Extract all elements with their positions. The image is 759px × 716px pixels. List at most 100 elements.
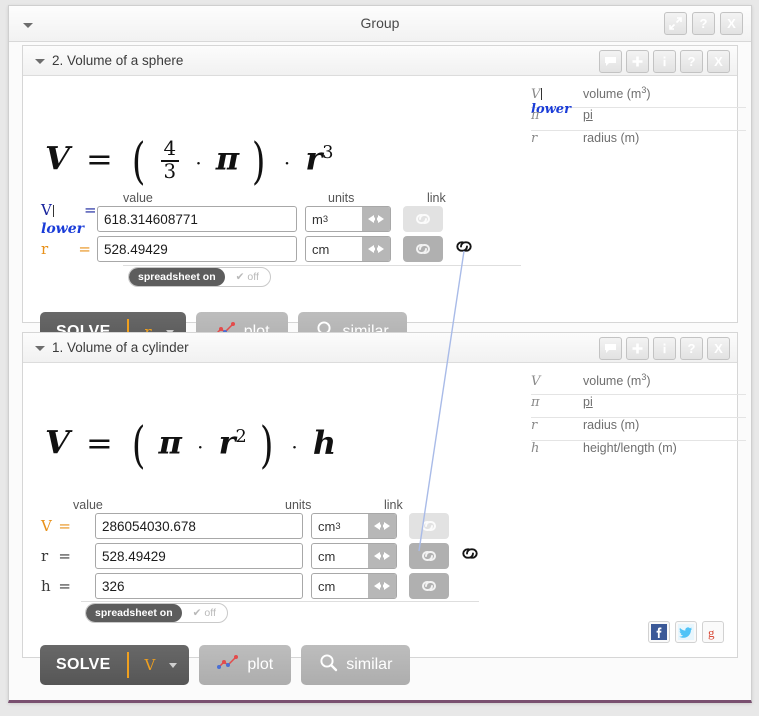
panel-header: 2. Volume of a sphere ? X <box>23 46 737 76</box>
field-label: Vlower = <box>41 201 97 237</box>
fraction-denominator: 3 <box>163 160 177 183</box>
close-icon[interactable]: X <box>707 50 730 73</box>
variable-description: height/length (m) <box>583 441 677 455</box>
column-header-units: units <box>285 498 312 512</box>
close-button[interactable]: X <box>720 12 743 35</box>
column-header-value: value <box>123 191 153 205</box>
variable-symbol: π <box>531 395 540 410</box>
units-spinner-icon[interactable] <box>368 574 396 598</box>
variable-description-link[interactable]: pi <box>583 395 593 409</box>
units-field-r[interactable]: cm <box>311 543 397 569</box>
value-input-V[interactable] <box>95 513 303 539</box>
similar-button-cylinder[interactable]: similar <box>301 645 411 685</box>
question-icon[interactable]: ? <box>680 337 703 360</box>
spreadsheet-toggle-sphere[interactable]: spreadsheet on ✔ off <box>128 267 271 287</box>
units-field-V[interactable]: m3 <box>305 206 391 232</box>
link-button-r[interactable] <box>409 543 449 569</box>
field-label: r = <box>41 547 71 565</box>
external-link-chain-icon[interactable] <box>459 547 481 565</box>
units-field-V[interactable]: cm 3 <box>311 513 397 539</box>
window-buttons: ? X <box>664 12 743 35</box>
panel-collapse-caret[interactable] <box>35 346 45 351</box>
variable-legend-cylinder: V volume (m3) π pi r radius (m) h height… <box>531 372 746 464</box>
variable-row: r radius (m) <box>531 131 746 154</box>
field-label: r = <box>41 240 91 258</box>
units-spinner-icon[interactable] <box>362 237 390 261</box>
units-spinner-icon[interactable] <box>362 207 390 231</box>
units-spinner-icon[interactable] <box>368 514 396 538</box>
equation-lhs: V <box>45 139 70 178</box>
variable-symbol: V <box>531 374 541 390</box>
plus-icon[interactable] <box>626 337 649 360</box>
units-field-r[interactable]: cm <box>305 236 391 262</box>
field-rows-sphere: Vlower = m3 r = <box>41 201 475 264</box>
equation-sphere: V = ( 4 3 · π ) · r3 <box>45 132 333 190</box>
panel-header: 1. Volume of a cylinder ? X <box>23 333 737 363</box>
field-row: V = cm3 <box>41 511 481 541</box>
plot-icon <box>217 654 239 676</box>
close-icon[interactable]: X <box>707 337 730 360</box>
value-input-r[interactable] <box>97 236 297 262</box>
variable-description: radius (m) <box>583 418 640 432</box>
column-header-units: units <box>328 191 355 205</box>
solve-button-cylinder[interactable]: SOLVE V <box>40 645 190 685</box>
paren-open: ( <box>131 132 146 190</box>
panel-header-icons: ? X <box>599 50 730 73</box>
fraction-numerator: 4 <box>160 138 180 162</box>
info-icon[interactable] <box>653 50 676 73</box>
variable-symbol: π <box>531 108 540 123</box>
google-plus-share-button[interactable]: g <box>702 621 724 643</box>
spreadsheet-toggle-cylinder[interactable]: spreadsheet on ✔ off <box>85 603 228 623</box>
units-text: cm 3 <box>318 518 341 534</box>
spreadsheet-off-option[interactable]: ✔ off <box>225 271 270 283</box>
paren-open: ( <box>131 416 146 474</box>
units-text: cm <box>318 548 336 564</box>
field-row: Vlower = m3 <box>41 201 475 237</box>
field-label: V = <box>41 517 71 535</box>
link-button-V[interactable] <box>409 513 449 539</box>
search-icon <box>319 653 338 677</box>
solve-label: SOLVE <box>56 656 111 673</box>
variable-description-link[interactable]: pi <box>583 108 593 122</box>
panel-volume-of-a-cylinder: 1. Volume of a cylinder ? X V = ( π · r2… <box>22 332 746 685</box>
column-header-value: value <box>73 498 103 512</box>
window-titlebar: Group ? X <box>9 6 751 42</box>
value-input-V[interactable] <box>97 206 297 232</box>
group-window: Group ? X 2. Volume of a sphere ? X V = … <box>8 5 752 703</box>
equation-dot-2: · <box>291 435 298 459</box>
variable-row: r radius (m) <box>531 418 746 441</box>
spreadsheet-on-option[interactable]: spreadsheet on <box>86 604 182 622</box>
equation-equals: = <box>86 139 113 178</box>
value-input-r[interactable] <box>95 543 303 569</box>
variable-symbol: r <box>531 131 538 146</box>
question-icon[interactable]: ? <box>680 50 703 73</box>
units-spinner-icon[interactable] <box>368 544 396 568</box>
link-button-V[interactable] <box>403 206 443 232</box>
equation-r: r <box>218 423 236 462</box>
similar-label: similar <box>346 656 393 673</box>
variable-symbol: h <box>531 441 540 456</box>
social-share-buttons: g <box>648 621 724 643</box>
plot-button-cylinder[interactable]: plot <box>199 645 292 685</box>
comment-icon[interactable] <box>599 50 622 73</box>
twitter-share-button[interactable] <box>675 621 697 643</box>
facebook-share-button[interactable] <box>648 621 670 643</box>
units-field-h[interactable]: cm <box>311 573 397 599</box>
fields-divider <box>123 265 521 266</box>
expand-button[interactable] <box>664 12 687 35</box>
plus-icon[interactable] <box>626 50 649 73</box>
action-buttons-cylinder: SOLVE V plot similar <box>40 645 411 685</box>
spreadsheet-off-option[interactable]: ✔ off <box>182 607 227 619</box>
link-button-r[interactable] <box>403 236 443 262</box>
help-button[interactable]: ? <box>692 12 715 35</box>
link-button-h[interactable] <box>409 573 449 599</box>
external-link-chain-icon[interactable] <box>453 240 475 258</box>
info-icon[interactable] <box>653 337 676 360</box>
equation-dot-2: · <box>283 151 291 175</box>
spreadsheet-on-option[interactable]: spreadsheet on <box>129 268 225 286</box>
comment-icon[interactable] <box>599 337 622 360</box>
value-input-h[interactable] <box>95 573 303 599</box>
solve-target-dropdown[interactable]: V <box>129 656 190 674</box>
variable-symbol: r <box>531 418 538 433</box>
panel-collapse-caret[interactable] <box>35 59 45 64</box>
